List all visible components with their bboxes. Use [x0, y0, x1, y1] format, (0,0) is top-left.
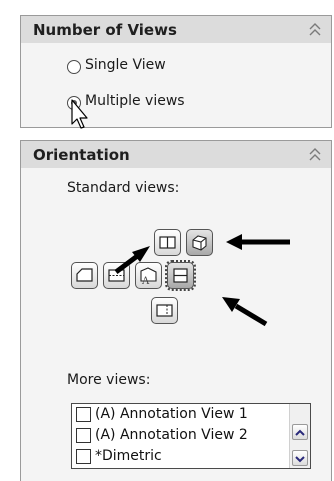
- list-scrollbar[interactable]: [289, 404, 310, 468]
- multiple-views-radio[interactable]: [67, 96, 81, 110]
- bottom-view-button[interactable]: [151, 297, 178, 324]
- list-item[interactable]: (A) Annotation View 2: [72, 426, 286, 446]
- number-of-views-header[interactable]: Number of Views: [21, 16, 331, 43]
- list-item-label: (A) Annotation View 1: [95, 406, 248, 422]
- scroll-up-button[interactable]: [292, 424, 308, 440]
- list-item-checkbox[interactable]: [76, 407, 91, 422]
- front-view-button[interactable]: [154, 229, 181, 256]
- current-model-view-button[interactable]: A: [135, 262, 162, 289]
- multiple-views-label: Multiple views: [85, 93, 185, 109]
- list-item-label: (A) Annotation View 2: [95, 427, 248, 443]
- single-view-label: Single View: [85, 57, 166, 73]
- number-of-views-title: Number of Views: [33, 21, 177, 39]
- isometric-view-button[interactable]: [186, 229, 213, 256]
- list-item-checkbox[interactable]: [76, 449, 91, 464]
- more-views-label: More views:: [67, 372, 151, 388]
- orientation-title: Orientation: [33, 146, 130, 164]
- orientation-header[interactable]: Orientation: [21, 141, 331, 168]
- collapse-icon[interactable]: [309, 23, 321, 36]
- standard-views-label: Standard views:: [67, 180, 180, 196]
- list-item[interactable]: (A) Annotation View 1: [72, 405, 286, 425]
- scroll-down-icon: [295, 456, 305, 463]
- single-view-radio[interactable]: [67, 60, 81, 74]
- left-view-button[interactable]: [71, 262, 98, 289]
- right-view-button[interactable]: [165, 260, 196, 291]
- scroll-down-button[interactable]: [292, 450, 308, 466]
- list-item-label: *Dimetric: [95, 448, 162, 464]
- collapse-icon[interactable]: [309, 148, 321, 161]
- number-of-views-panel: Number of Views Single View Multiple vie…: [20, 15, 332, 128]
- top-view-button[interactable]: [103, 262, 130, 289]
- list-item[interactable]: *Dimetric: [72, 447, 286, 467]
- list-item-checkbox[interactable]: [76, 428, 91, 443]
- orientation-panel: Orientation Standard views: A More views…: [20, 140, 332, 481]
- svg-text:A: A: [141, 276, 150, 287]
- scroll-up-icon: [295, 429, 305, 436]
- more-views-list[interactable]: (A) Annotation View 1 (A) Annotation Vie…: [71, 403, 311, 469]
